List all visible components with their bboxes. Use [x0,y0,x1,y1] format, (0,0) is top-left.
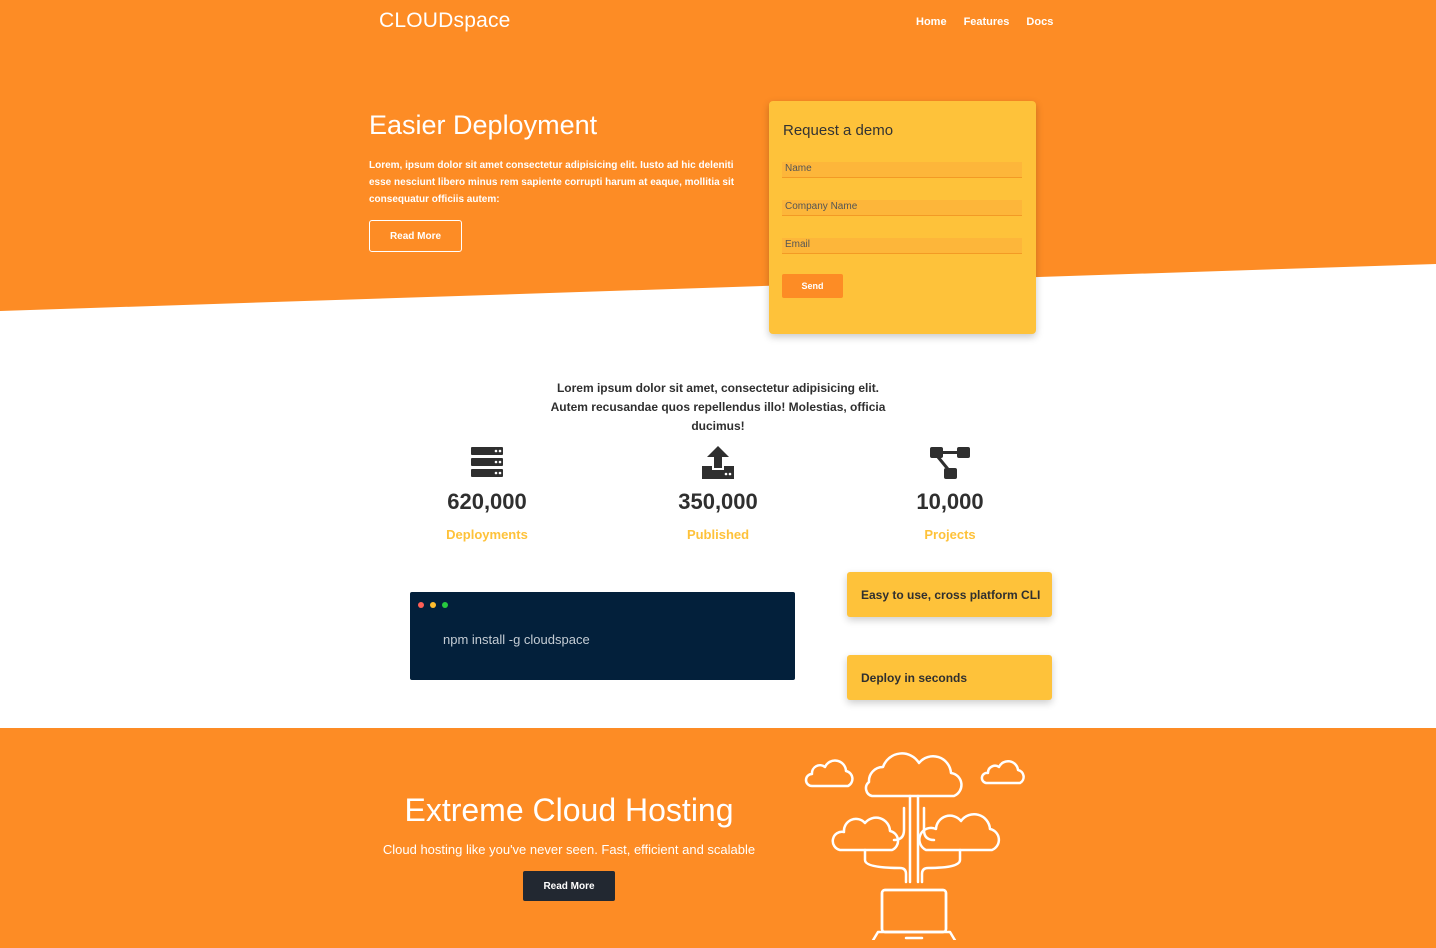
terminal-window: npm install -g cloudspace [410,592,795,680]
stat-label: Projects [924,527,976,542]
project-diagram-icon [930,447,970,479]
stat-projects: 10,000 Projects [875,446,1025,542]
bottom-section: Extreme Cloud Hosting Cloud hosting like… [0,728,1436,948]
bottom-read-more-button[interactable]: Read More [523,871,615,901]
nav-features[interactable]: Features [964,16,1010,28]
feature-card-cli: Easy to use, cross platform CLI [847,572,1052,617]
bottom-title: Extreme Cloud Hosting [404,792,734,828]
hero-title: Easier Deployment [369,110,598,140]
maximize-dot-icon [442,602,448,608]
stat-value: 620,000 [447,489,527,514]
stats-intro: Lorem ipsum dolor sit amet, consectetur … [550,381,886,433]
send-button[interactable]: Send [782,274,843,298]
hero-text: Lorem, ipsum dolor sit amet consectetur … [369,160,735,205]
stat-value: 10,000 [916,489,984,514]
stat-deployments: 620,000 Deployments [412,446,562,542]
demo-form-title: Request a demo [783,122,894,139]
name-field[interactable]: Name [782,162,1022,178]
nav-home[interactable]: Home [916,16,947,28]
hero-background [0,0,1436,311]
stat-label: Deployments [446,527,528,542]
main-nav: Home Features Docs [916,16,1070,28]
server-icon [471,447,503,477]
stat-label: Published [686,527,750,542]
company-name-field[interactable]: Company Name [782,200,1022,216]
upload-icon [702,446,734,479]
hero-read-more-button[interactable]: Read More [369,220,462,252]
close-dot-icon [418,602,424,608]
stat-value: 350,000 [678,489,758,514]
email-field[interactable]: Email [782,238,1022,254]
terminal-command: npm install -g cloudspace [443,632,590,647]
demo-form: Request a demo Name Company Name Email S… [769,101,1036,334]
stat-published: 350,000 Published [643,446,793,542]
brand-logo[interactable]: CLOUDspace [379,9,511,33]
nav-docs[interactable]: Docs [1026,16,1053,28]
feature-card-deploy: Deploy in seconds [847,655,1052,700]
minimize-dot-icon [430,602,436,608]
cloud-network-icon [804,752,1025,940]
bottom-subtitle: Cloud hosting like you've never seen. Fa… [382,842,756,857]
hero-section: CLOUDspace Home Features Docs Easier Dep… [0,0,1436,312]
